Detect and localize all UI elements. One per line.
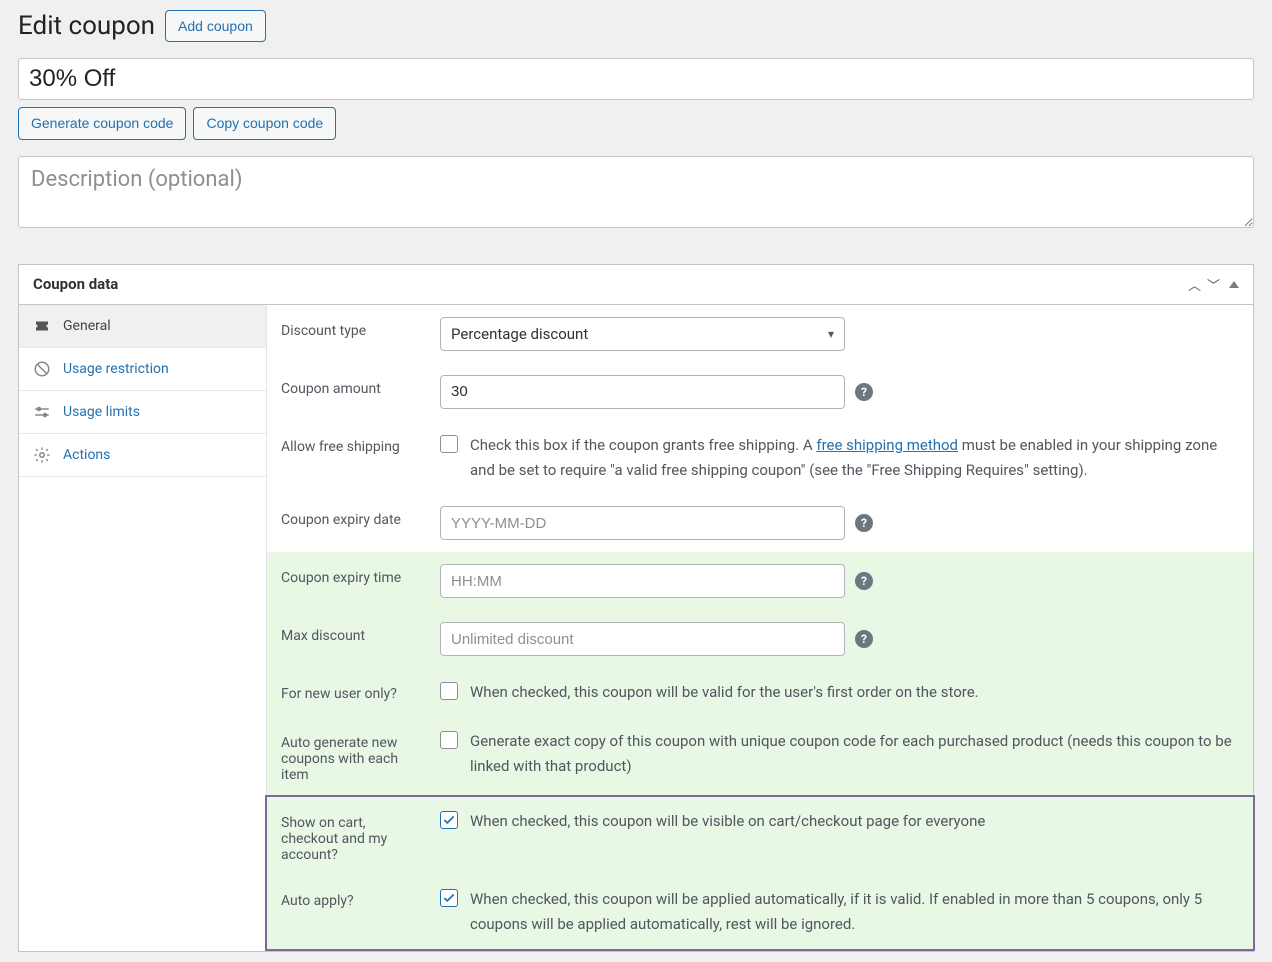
auto-generate-desc: Generate exact copy of this coupon with … — [470, 729, 1239, 779]
tabs-nav: General Usage restriction Usage limits A… — [19, 305, 267, 951]
label-auto-generate: Auto generate new coupons with each item — [281, 729, 426, 783]
page-header: Edit coupon Add coupon — [18, 10, 1254, 42]
chevron-down-icon[interactable]: ﹀ — [1207, 275, 1220, 294]
label-expiry-date: Coupon expiry date — [281, 506, 426, 528]
label-expiry-time: Coupon expiry time — [281, 564, 426, 586]
panel-title: Coupon data — [33, 275, 118, 293]
chevron-up-icon[interactable]: ︿ — [1188, 275, 1201, 294]
tab-label: General — [63, 318, 111, 334]
generate-code-button[interactable]: Generate coupon code — [18, 107, 186, 139]
description-textarea[interactable] — [18, 156, 1254, 228]
show-on-cart-desc: When checked, this coupon will be visibl… — [470, 809, 985, 834]
page-title: Edit coupon — [18, 11, 155, 41]
help-icon[interactable]: ? — [855, 514, 873, 532]
label-max-discount: Max discount — [281, 622, 426, 644]
panel-body: General Usage restriction Usage limits A… — [19, 305, 1253, 951]
row-new-user-only: For new user only? When checked, this co… — [267, 668, 1253, 717]
row-auto-apply: Auto apply? When checked, this coupon wi… — [267, 875, 1253, 949]
coupon-amount-input[interactable] — [440, 375, 845, 409]
copy-code-button[interactable]: Copy coupon code — [193, 107, 336, 139]
row-free-shipping: Allow free shipping Check this box if th… — [267, 421, 1253, 495]
tab-usage-limits[interactable]: Usage limits — [19, 391, 266, 434]
auto-apply-desc: When checked, this coupon will be applie… — [470, 887, 1239, 937]
auto-apply-checkbox[interactable] — [440, 889, 458, 907]
tab-label: Usage restriction — [63, 361, 169, 377]
row-show-on-cart: Show on cart, checkout and my account? W… — [267, 797, 1253, 875]
add-coupon-button[interactable]: Add coupon — [165, 10, 266, 42]
row-coupon-amount: Coupon amount ? — [267, 363, 1253, 421]
coupon-data-panel: Coupon data ︿ ﹀ General Usage restrictio… — [18, 264, 1254, 952]
code-actions: Generate coupon code Copy coupon code — [18, 107, 1254, 139]
help-icon[interactable]: ? — [855, 572, 873, 590]
highlight-region: Show on cart, checkout and my account? W… — [265, 795, 1255, 951]
row-expiry-date: Coupon expiry date ? — [267, 494, 1253, 552]
coupon-title-input[interactable] — [18, 58, 1254, 100]
tab-actions[interactable]: Actions — [19, 434, 266, 477]
show-on-cart-checkbox[interactable] — [440, 811, 458, 829]
toggle-panel-icon[interactable] — [1229, 281, 1239, 288]
label-show-on-cart: Show on cart, checkout and my account? — [281, 809, 426, 863]
gear-icon — [33, 446, 51, 464]
sliders-icon — [33, 403, 51, 421]
max-discount-input[interactable] — [440, 622, 845, 656]
ban-icon — [33, 360, 51, 378]
label-discount-type: Discount type — [281, 317, 426, 339]
chevron-down-icon: ▾ — [828, 327, 834, 341]
new-user-only-desc: When checked, this coupon will be valid … — [470, 680, 979, 705]
tab-general[interactable]: General — [19, 305, 266, 348]
tab-label: Actions — [63, 447, 110, 463]
tab-usage-restriction[interactable]: Usage restriction — [19, 348, 266, 391]
auto-generate-checkbox[interactable] — [440, 731, 458, 749]
select-value: Percentage discount — [451, 325, 588, 343]
free-shipping-checkbox[interactable] — [440, 435, 458, 453]
expiry-time-input[interactable] — [440, 564, 845, 598]
label-auto-apply: Auto apply? — [281, 887, 426, 909]
tab-label: Usage limits — [63, 404, 140, 420]
ticket-icon — [33, 317, 51, 335]
row-expiry-time: Coupon expiry time ? — [267, 552, 1253, 610]
help-icon[interactable]: ? — [855, 383, 873, 401]
panel-header: Coupon data ︿ ﹀ — [19, 265, 1253, 305]
form-area: Discount type Percentage discount ▾ Coup… — [267, 305, 1253, 951]
free-shipping-desc: Check this box if the coupon grants free… — [470, 433, 1239, 483]
row-auto-generate: Auto generate new coupons with each item… — [267, 717, 1253, 795]
label-free-shipping: Allow free shipping — [281, 433, 426, 455]
row-max-discount: Max discount ? — [267, 610, 1253, 668]
row-discount-type: Discount type Percentage discount ▾ — [267, 305, 1253, 363]
label-coupon-amount: Coupon amount — [281, 375, 426, 397]
free-shipping-link[interactable]: free shipping method — [816, 436, 958, 454]
help-icon[interactable]: ? — [855, 630, 873, 648]
new-user-only-checkbox[interactable] — [440, 682, 458, 700]
label-new-user-only: For new user only? — [281, 680, 426, 702]
expiry-date-input[interactable] — [440, 506, 845, 540]
discount-type-select[interactable]: Percentage discount ▾ — [440, 317, 845, 351]
panel-controls: ︿ ﹀ — [1188, 275, 1239, 294]
